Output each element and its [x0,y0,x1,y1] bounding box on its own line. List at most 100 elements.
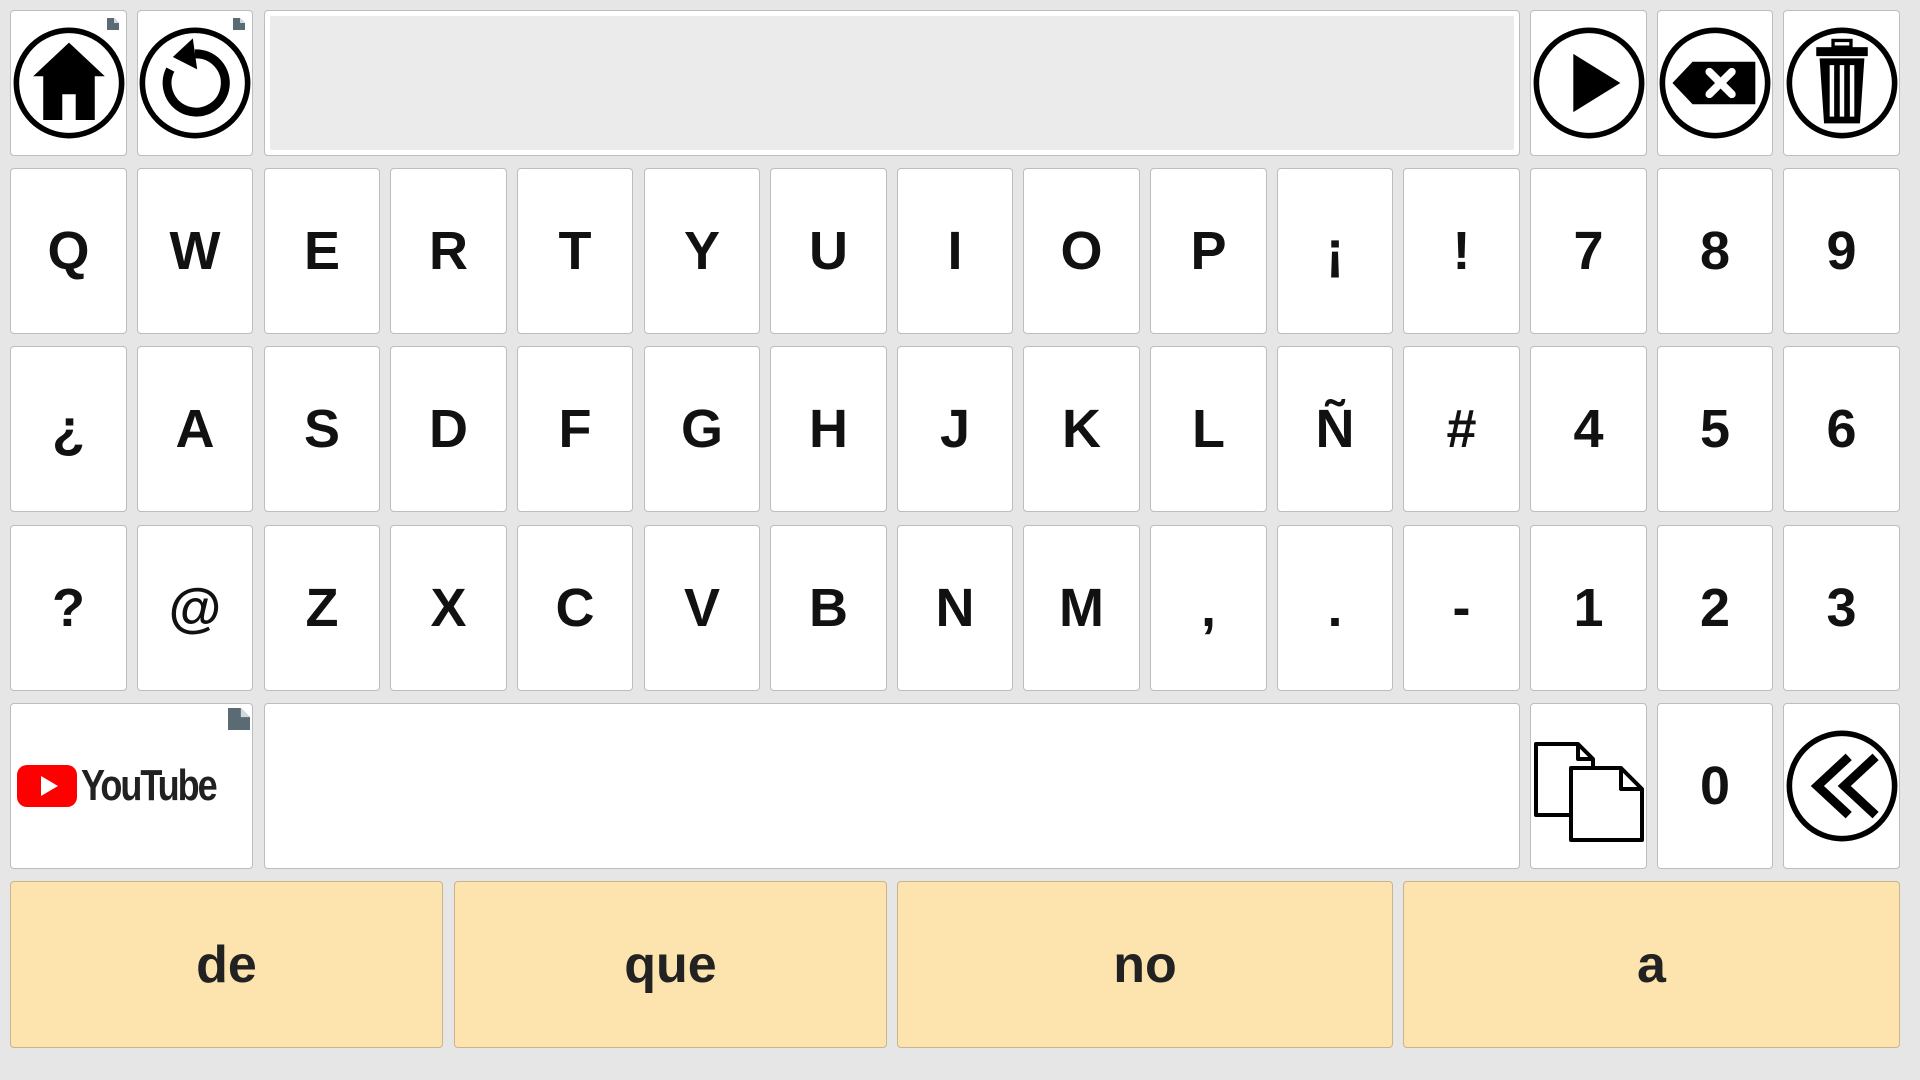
key-j[interactable]: J [897,346,1013,512]
key-label: ¿ [52,399,85,459]
key-label: G [680,399,723,459]
key-label: R [429,221,468,281]
key-label: 2 [1699,578,1731,638]
key-label: N [935,578,975,638]
copy-button[interactable] [1530,703,1647,869]
key-label: L [1192,399,1225,459]
key-i[interactable]: I [897,168,1013,334]
key-label: ! [1452,221,1471,281]
key-label: H [809,399,848,459]
backspace-icon [1659,27,1771,139]
key-label: M [1059,578,1104,638]
key-label: O [1060,221,1103,281]
key-r[interactable]: R [390,168,507,334]
prediction-de[interactable]: de [10,881,443,1048]
key-3[interactable]: 3 [1783,525,1900,691]
key-label: Y [683,221,721,281]
key-f[interactable]: F [517,346,633,512]
key-o[interactable]: O [1023,168,1140,334]
key-5[interactable]: 5 [1657,346,1773,512]
key-8[interactable]: 8 [1657,168,1773,334]
backspace-button[interactable] [1657,10,1773,156]
key-n-tilde[interactable]: Ñ [1277,346,1393,512]
key-label: ¡ [1326,221,1344,281]
space-key[interactable] [264,703,1520,869]
key-label: W [169,221,221,281]
page-link-indicator-icon [228,708,250,730]
key-inverted-question[interactable]: ¿ [10,346,127,512]
key-label: - [1452,578,1471,638]
key-label: F [558,399,592,459]
key-s[interactable]: S [264,346,380,512]
refresh-button[interactable] [137,10,253,156]
youtube-button[interactable]: YouTube [10,703,253,869]
key-h[interactable]: H [770,346,887,512]
key-at[interactable]: @ [137,525,253,691]
prediction-label: no [1113,935,1177,994]
prediction-label: que [624,935,717,994]
home-icon [13,27,124,139]
key-label: 4 [1573,399,1604,459]
play-button[interactable] [1530,10,1647,156]
key-z[interactable]: Z [264,525,380,691]
key-label: D [429,399,468,459]
key-label: T [558,221,592,281]
prediction-no[interactable]: no [897,881,1393,1048]
key-m[interactable]: M [1023,525,1140,691]
page-link-indicator-icon [233,18,245,30]
key-hyphen[interactable]: - [1403,525,1520,691]
prediction-que[interactable]: que [454,881,887,1048]
key-2[interactable]: 2 [1657,525,1773,691]
youtube-play-icon [17,765,78,807]
key-label: 9 [1826,221,1857,281]
key-label: X [430,578,467,638]
key-w[interactable]: W [137,168,253,334]
key-hash[interactable]: # [1403,346,1520,512]
key-y[interactable]: Y [644,168,760,334]
key-exclamation[interactable]: ! [1403,168,1520,334]
message-bar[interactable] [264,10,1520,156]
key-label: B [809,578,848,638]
key-label: P [1190,221,1227,281]
key-6[interactable]: 6 [1783,346,1900,512]
key-t[interactable]: T [517,168,633,334]
key-v[interactable]: V [644,525,760,691]
trash-button[interactable] [1783,10,1900,156]
key-label: # [1446,399,1477,459]
key-g[interactable]: G [644,346,760,512]
key-d[interactable]: D [390,346,507,512]
key-label: E [303,221,341,281]
key-l[interactable]: L [1150,346,1267,512]
key-x[interactable]: X [390,525,507,691]
key-label: U [809,221,848,281]
key-question[interactable]: ? [10,525,127,691]
key-e[interactable]: E [264,168,380,334]
key-k[interactable]: K [1023,346,1140,512]
play-icon [1533,27,1644,139]
key-period[interactable]: . [1277,525,1393,691]
key-label: Ñ [1315,399,1355,459]
prediction-a[interactable]: a [1403,881,1900,1048]
back-button[interactable] [1783,703,1900,869]
key-label: 3 [1826,578,1857,638]
key-u[interactable]: U [770,168,887,334]
key-1[interactable]: 1 [1530,525,1647,691]
key-n[interactable]: N [897,525,1013,691]
key-0[interactable]: 0 [1657,703,1773,869]
key-q[interactable]: Q [10,168,127,334]
key-9[interactable]: 9 [1783,168,1900,334]
home-button[interactable] [10,10,127,156]
message-text [270,16,1514,150]
key-7[interactable]: 7 [1530,168,1647,334]
key-label: . [1327,578,1343,638]
key-label: 1 [1573,578,1604,638]
key-p[interactable]: P [1150,168,1267,334]
key-inverted-exclamation[interactable]: ¡ [1277,168,1393,334]
youtube-logo: YouTube [17,761,245,811]
key-b[interactable]: B [770,525,887,691]
key-comma[interactable]: , [1150,525,1267,691]
key-c[interactable]: C [517,525,633,691]
prediction-label: de [196,935,257,994]
key-a[interactable]: A [137,346,253,512]
key-4[interactable]: 4 [1530,346,1647,512]
